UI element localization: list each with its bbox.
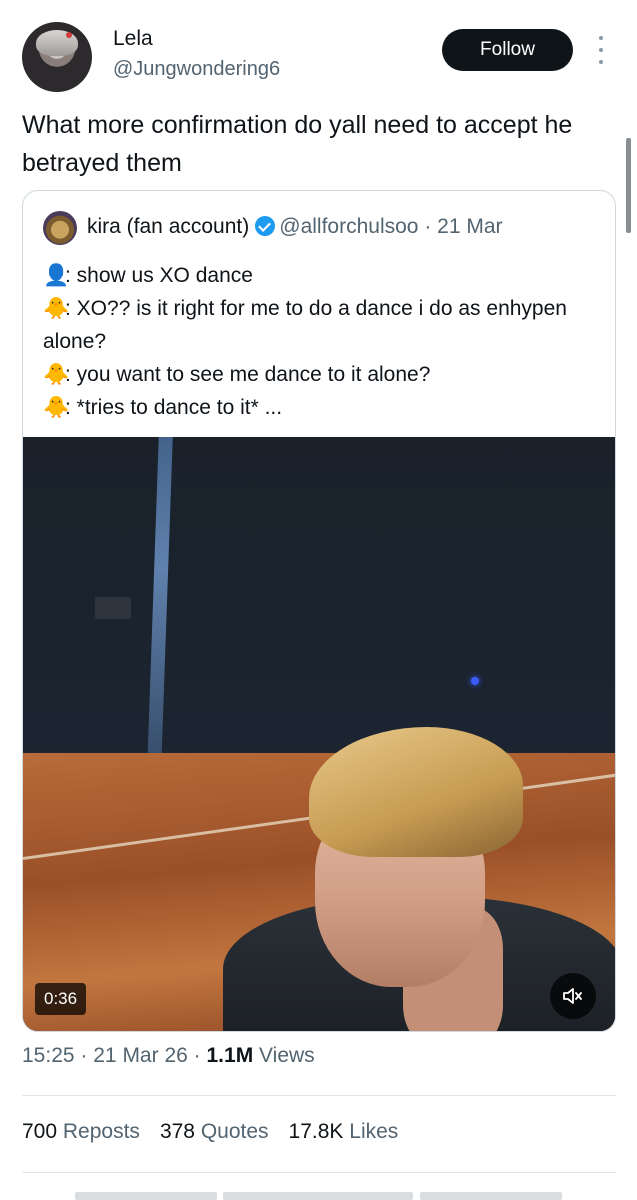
tweet-time: 15:25 [22,1044,75,1067]
quoted-line: 👤: show us XO dance [43,259,603,292]
quoted-author-avatar [43,211,77,245]
action-bar-segment [75,1192,217,1200]
chick-emoji-icon: 🐥 [43,297,70,320]
author-avatar[interactable] [22,22,92,92]
quoted-line: 🐥: XO?? is it right for me to do a dance… [43,292,603,358]
verified-badge-icon [255,216,276,236]
more-options-icon[interactable] [596,36,606,64]
author-name[interactable]: Lela [113,27,153,51]
video-player[interactable]: 0:36 [23,437,615,1031]
tweet-detail-page: Lela @Jungwondering6 Follow What more co… [0,0,637,1200]
reposts-stat[interactable]: 700 Reposts [22,1120,140,1144]
quoted-tweet-text: 👤: show us XO dance 🐥: XO?? is it right … [43,259,603,424]
author-handle[interactable]: @Jungwondering6 [113,58,280,81]
quoted-tweet-header: kira (fan account) @allforchulsoo · 21 Ma… [87,215,503,239]
chick-emoji-icon: 🐥 [43,396,70,419]
engagement-stats: 700 Reposts 378 Quotes 17.8K Likes [22,1120,398,1144]
action-bar-segment [223,1192,413,1200]
quoted-line: 🐥: you want to see me dance to it alone? [43,358,603,391]
scrollbar[interactable] [626,138,631,233]
quoted-date: 21 Mar [437,215,503,238]
tweet-date: 21 Mar 26 [93,1044,188,1067]
quoted-line: 🐥: *tries to dance to it* ... [43,391,603,424]
quoted-author-handle: @allforchulsoo [279,215,419,238]
quoted-tweet[interactable]: kira (fan account) @allforchulsoo · 21 Ma… [22,190,616,1032]
quoted-separator: · [424,215,432,238]
likes-stat[interactable]: 17.8K Likes [289,1120,399,1144]
tweet-text: What more confirmation do yall need to a… [22,111,573,177]
chick-emoji-icon: 🐥 [43,363,70,386]
action-bar-segment [420,1192,562,1200]
mute-icon[interactable] [550,973,596,1019]
quotes-stat[interactable]: 378 Quotes [160,1120,269,1144]
person-emoji-icon: 👤 [43,264,70,287]
follow-button[interactable]: Follow [442,29,573,71]
views-label: Views [259,1044,315,1067]
divider [22,1172,616,1173]
views-count: 1.1M [206,1044,254,1067]
divider [22,1095,616,1096]
video-duration: 0:36 [35,983,87,1015]
tweet-meta: 15:25 · 21 Mar 26 · 1.1M Views [22,1044,315,1067]
quoted-author-name: kira (fan account) [87,215,250,238]
